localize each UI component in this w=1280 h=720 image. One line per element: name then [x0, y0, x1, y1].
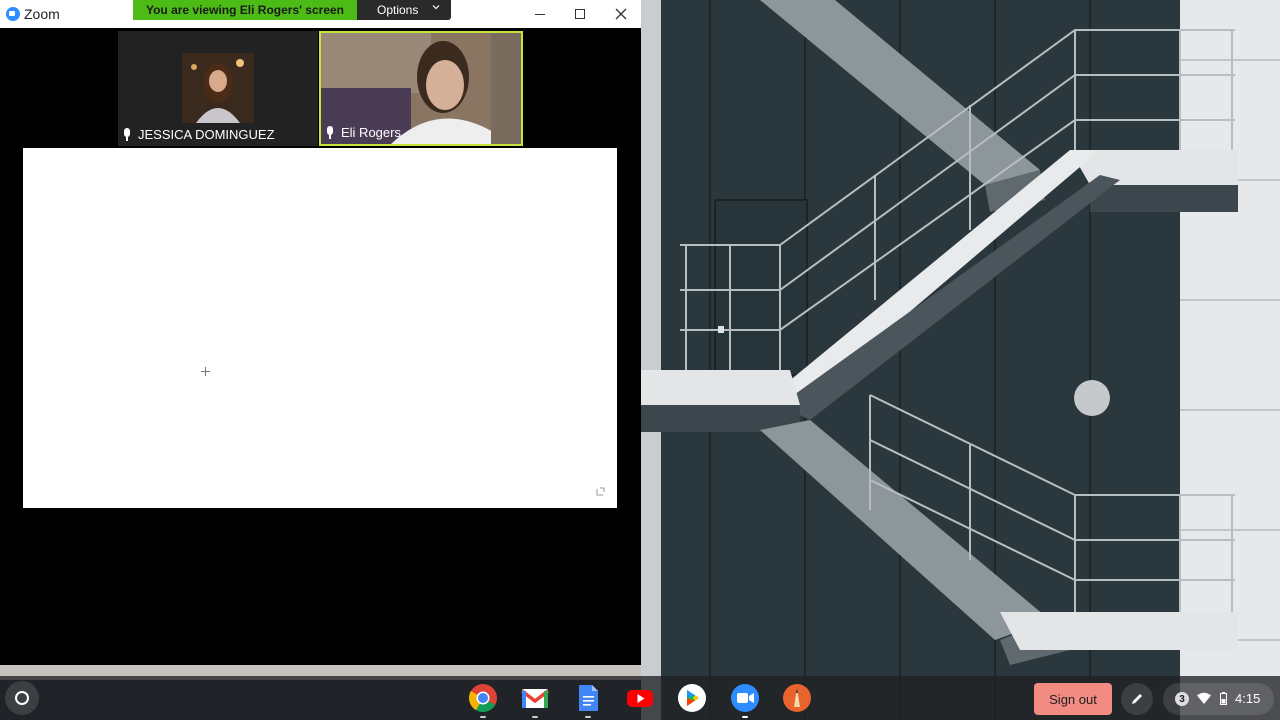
window-title: Zoom [24, 6, 60, 22]
expand-icon[interactable] [596, 487, 605, 496]
stylus-tools-button[interactable] [1121, 683, 1153, 715]
launcher-button[interactable] [5, 681, 39, 715]
participant-name: JESSICA DOMINGUEZ [138, 127, 275, 142]
clock: 4:15 [1235, 691, 1261, 706]
notification-count-badge: 3 [1175, 692, 1189, 706]
chrome-app[interactable] [468, 683, 498, 718]
running-indicator [532, 716, 538, 718]
wifi-icon [1197, 692, 1211, 704]
options-dropdown-button[interactable]: Options [357, 0, 451, 20]
play-store-app[interactable] [677, 683, 707, 713]
close-icon [615, 8, 627, 20]
active-speaker-video-tile[interactable]: Eli Rogers [319, 31, 523, 146]
pencil-app-icon [783, 684, 811, 712]
gmail-app[interactable] [520, 683, 550, 718]
status-tray[interactable]: 3 4:15 [1163, 683, 1274, 715]
microphone-icon [124, 128, 130, 141]
options-label: Options [377, 3, 419, 17]
minimize-icon [535, 13, 545, 15]
google-docs-app[interactable] [573, 683, 603, 718]
zoom-icon [731, 684, 759, 712]
chrome-icon [469, 684, 497, 712]
zoom-app[interactable] [730, 683, 760, 718]
shared-screen-view[interactable] [23, 148, 617, 508]
zoom-app-icon [6, 7, 20, 21]
pencil-app[interactable] [782, 683, 812, 713]
running-indicator [742, 716, 748, 718]
running-indicator [585, 716, 591, 718]
participant-video-tile[interactable]: JESSICA DOMINGUEZ [118, 31, 318, 146]
youtube-app[interactable] [625, 683, 655, 713]
google-docs-icon [579, 685, 598, 711]
sign-out-button[interactable]: Sign out [1034, 683, 1112, 715]
crosshair-cursor-icon [201, 367, 210, 376]
play-store-icon [678, 684, 706, 712]
participant-name: Eli Rogers [341, 125, 401, 140]
running-indicator [480, 716, 486, 718]
participant-video-feed [182, 53, 254, 123]
pen-icon [1132, 694, 1142, 704]
gmail-icon [520, 689, 550, 708]
maximize-icon [575, 9, 585, 19]
microphone-icon [327, 126, 333, 139]
youtube-icon [627, 690, 653, 707]
screen-share-banner: You are viewing Eli Rogers' screen [133, 0, 357, 20]
launcher-circle-icon [15, 691, 29, 705]
battery-icon [1220, 692, 1227, 705]
minimize-button[interactable] [520, 0, 560, 28]
chevron-down-icon [432, 5, 440, 10]
zoom-window: Zoom You are viewing Eli Rogers' screen … [0, 0, 641, 665]
close-button[interactable] [601, 0, 641, 28]
maximize-button[interactable] [560, 0, 600, 28]
